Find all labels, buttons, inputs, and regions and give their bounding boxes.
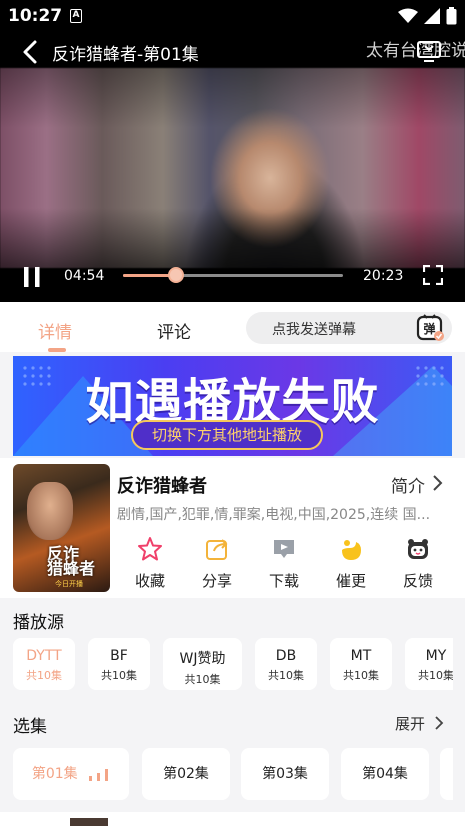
danmu-placeholder: 点我发送弹幕 [272,322,356,338]
episode-item-04[interactable]: 第04集 [341,748,429,800]
player-controls: 04:54 20:23 [0,258,465,296]
progress-handle[interactable] [167,267,184,283]
source-item-wj[interactable]: WJ赞助 共10集 [163,638,242,690]
source-count: 共10集 [101,669,137,682]
source-count: 共10集 [343,669,379,682]
poster-face [27,482,73,540]
share-button[interactable]: 分享 [189,532,245,591]
download-button[interactable]: 下载 [256,532,312,591]
source-item-my[interactable]: MY 共10集 [405,638,453,690]
episode-item-03[interactable]: 第03集 [241,748,329,800]
urge-update-button[interactable]: 催更 [323,532,379,591]
episode-label: 第04集 [362,766,408,782]
source-name: WJ赞助 [179,651,226,667]
progress-bar[interactable] [123,267,343,283]
next-section-strip [0,812,465,826]
banner-subtitle: 切换下方其他地址播放 [131,420,323,450]
episode-list: 第01集 第02集 第03集 第04集 [13,748,453,802]
sources-title: 播放源 [13,613,64,633]
episode-label: 第01集 [31,766,78,782]
source-name: DYTT [26,648,62,664]
source-name: DB [275,648,297,664]
source-count: 共10集 [268,669,304,682]
poster-subtitle: 今日开播 [55,580,83,588]
share-icon [206,539,228,560]
next-section-thumbnail [70,818,108,826]
video-detail-screen: 10:27 A 反诈猎蜂者-第01集 太有台湾腔说 04:54 20:23 详情… [0,0,465,826]
episode-label: 第02集 [163,766,209,782]
action-label: 收藏 [134,572,165,590]
total-time: 20:23 [363,268,404,284]
favorite-button[interactable]: 收藏 [122,532,178,591]
pause-icon[interactable] [22,266,42,288]
download-icon [274,540,294,558]
episode-item-02[interactable]: 第02集 [142,748,230,800]
source-item-dytt[interactable]: DYTT 共10集 [13,638,75,690]
urge-icon [342,540,361,560]
action-label: 下载 [268,572,299,590]
tab-comments[interactable]: 评论 [157,318,191,343]
source-item-db[interactable]: DB 共10集 [255,638,317,690]
episodes-title: 选集 [13,717,47,737]
status-bar: 10:27 A [0,0,465,34]
playing-bars-icon [89,769,109,781]
fullscreen-icon[interactable] [423,265,443,285]
poster-image[interactable]: 反诈 猎蜂者 今日开播 [13,464,110,592]
action-label: 反馈 [402,572,433,590]
video-title: 反诈猎蜂者-第01集 [52,45,199,65]
genre-tags: 剧情,国产,犯罪,情,罪案,电视,中国,2025,连续 国... [117,507,431,523]
poster-title: 反诈 猎蜂者 [47,544,96,578]
active-tab-indicator [48,348,66,352]
detail-tabs: 详情 评论 点我发送弹幕 弹 [0,302,465,352]
feedback-button[interactable]: 反馈 [390,532,446,591]
battery-icon [446,7,457,25]
source-count: 共10集 [184,673,221,686]
star-icon [138,537,162,561]
episode-label: 第03集 [262,766,308,782]
episode-item-partial[interactable] [440,748,453,800]
action-bar: 收藏 分享 下载 催更 反馈 [128,532,448,592]
status-time: 10:27 [8,6,63,26]
cast-tv-icon[interactable] [416,38,442,62]
drama-title: 反诈猎蜂者 [117,476,207,497]
current-time: 04:54 [64,268,105,284]
action-label: 催更 [335,572,366,590]
expand-episodes-button[interactable]: 展开 [395,713,425,734]
chevron-right-icon[interactable] [431,474,445,492]
source-item-mt[interactable]: MT 共10集 [330,638,392,690]
source-name: MY [425,648,447,664]
accessibility-icon: A [70,9,82,23]
drama-info: 反诈 猎蜂者 今日开播 反诈猎蜂者 简介 剧情,国产,犯罪,情,罪案,电视,中国… [0,458,465,598]
source-count: 共10集 [26,669,62,682]
source-name: MT [350,648,372,664]
chevron-right-icon[interactable] [433,715,445,731]
danmu-input[interactable]: 点我发送弹幕 弹 [246,312,452,344]
intro-link[interactable]: 简介 [391,472,425,497]
playback-failure-banner[interactable]: 如遇播放失败 切换下方其他地址播放 [13,356,452,456]
tab-details[interactable]: 详情 [38,318,72,343]
back-icon[interactable] [16,39,44,65]
player-top-bar: 反诈猎蜂者-第01集 太有台湾腔说 [0,34,465,68]
source-item-bf[interactable]: BF 共10集 [88,638,150,690]
signal-icon [424,8,440,24]
source-list: DYTT 共10集 BF 共10集 WJ赞助 共10集 DB 共10集 MT 共… [13,638,453,692]
danmu-icon-label: 弹 [423,321,435,336]
video-frame [0,68,465,268]
episode-item-01[interactable]: 第01集 [13,748,129,800]
wifi-icon [398,8,418,23]
system-icons [398,7,457,25]
action-label: 分享 [201,572,232,590]
source-name: BF [110,648,128,664]
source-count: 共10集 [418,669,453,682]
danmu-toggle-icon[interactable]: 弹 [416,313,446,343]
feedback-icon [408,539,428,559]
